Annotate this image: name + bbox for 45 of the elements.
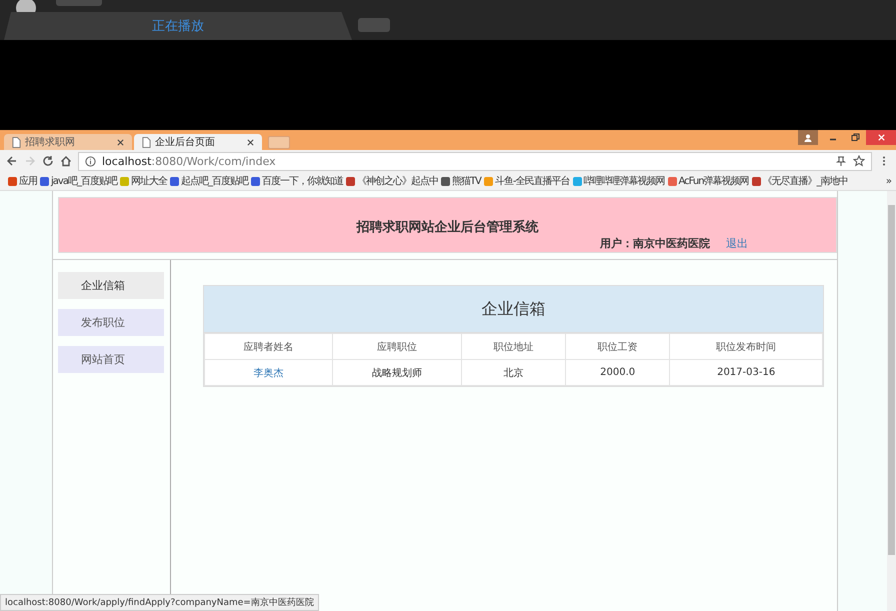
- bookmark[interactable]: 《神创之心》起点中: [346, 174, 438, 188]
- status-bar: localhost:8080/Work/apply/findApply?companyName=南京中医药医院: [0, 594, 319, 611]
- column-header: 应聘职位: [332, 334, 462, 360]
- address-field[interactable]: localhost:8080/Work/com/index: [78, 152, 872, 170]
- reload-icon[interactable]: [42, 155, 54, 167]
- column-header: 应聘者姓名: [204, 334, 333, 360]
- site-title: 招聘求职网站企业后台管理系统: [356, 218, 538, 236]
- column-header: 职位发布时间: [670, 334, 822, 360]
- table-cell: 2000.0: [566, 360, 670, 386]
- star-icon[interactable]: [853, 155, 865, 167]
- more-bookmarks-button[interactable]: »: [886, 176, 892, 186]
- sidebar-item[interactable]: 发布职位: [58, 309, 164, 336]
- user-label: 用户：南京中医药医院: [600, 236, 710, 251]
- bookmark[interactable]: java吧_百度贴吧: [40, 174, 117, 188]
- table-cell: 2017-03-16: [670, 360, 822, 386]
- bookmark[interactable]: 百度一下，你就知道: [250, 174, 343, 188]
- sidebar-item[interactable]: 企业信箱: [58, 272, 164, 299]
- table-cell: 北京: [461, 360, 566, 386]
- page-icon: [12, 136, 21, 148]
- close-tab-icon[interactable]: [117, 138, 124, 146]
- column-header: 职位工资: [566, 334, 670, 360]
- bookmark[interactable]: AcFun弹幕视频网: [668, 174, 749, 188]
- bookmark[interactable]: 应用: [8, 174, 37, 188]
- pin-icon[interactable]: [835, 155, 847, 167]
- bookmark[interactable]: 《无尽直播》_南地中: [752, 174, 848, 188]
- column-header: 职位地址: [461, 334, 566, 360]
- bookmark[interactable]: 斗鱼-全民直播平台: [484, 174, 570, 188]
- bookmark[interactable]: 熊猫TV: [440, 174, 481, 188]
- panel-title: 企业信箱: [204, 286, 823, 333]
- home-icon[interactable]: [60, 155, 72, 167]
- applicant-link[interactable]: 李奥杰: [204, 360, 333, 386]
- sidebar-item[interactable]: 网站首页: [58, 346, 164, 373]
- bookmark[interactable]: 哔哩哔哩弹幕视频网: [572, 174, 665, 188]
- browser-tab[interactable]: 招聘求职网: [4, 134, 132, 150]
- info-icon[interactable]: [85, 156, 96, 166]
- table-cell: 战略规划师: [332, 360, 462, 386]
- user-icon[interactable]: [798, 130, 818, 145]
- back-icon[interactable]: [6, 155, 18, 167]
- close-tab-icon[interactable]: [247, 138, 254, 146]
- page-icon: [142, 136, 151, 148]
- bookmark[interactable]: 网址大全: [120, 174, 167, 188]
- browser-tab[interactable]: 企业后台页面: [134, 134, 262, 150]
- scrollbar[interactable]: [887, 191, 896, 611]
- bookmark[interactable]: 起点吧_百度贴吧: [170, 174, 248, 188]
- close-icon[interactable]: [866, 130, 896, 145]
